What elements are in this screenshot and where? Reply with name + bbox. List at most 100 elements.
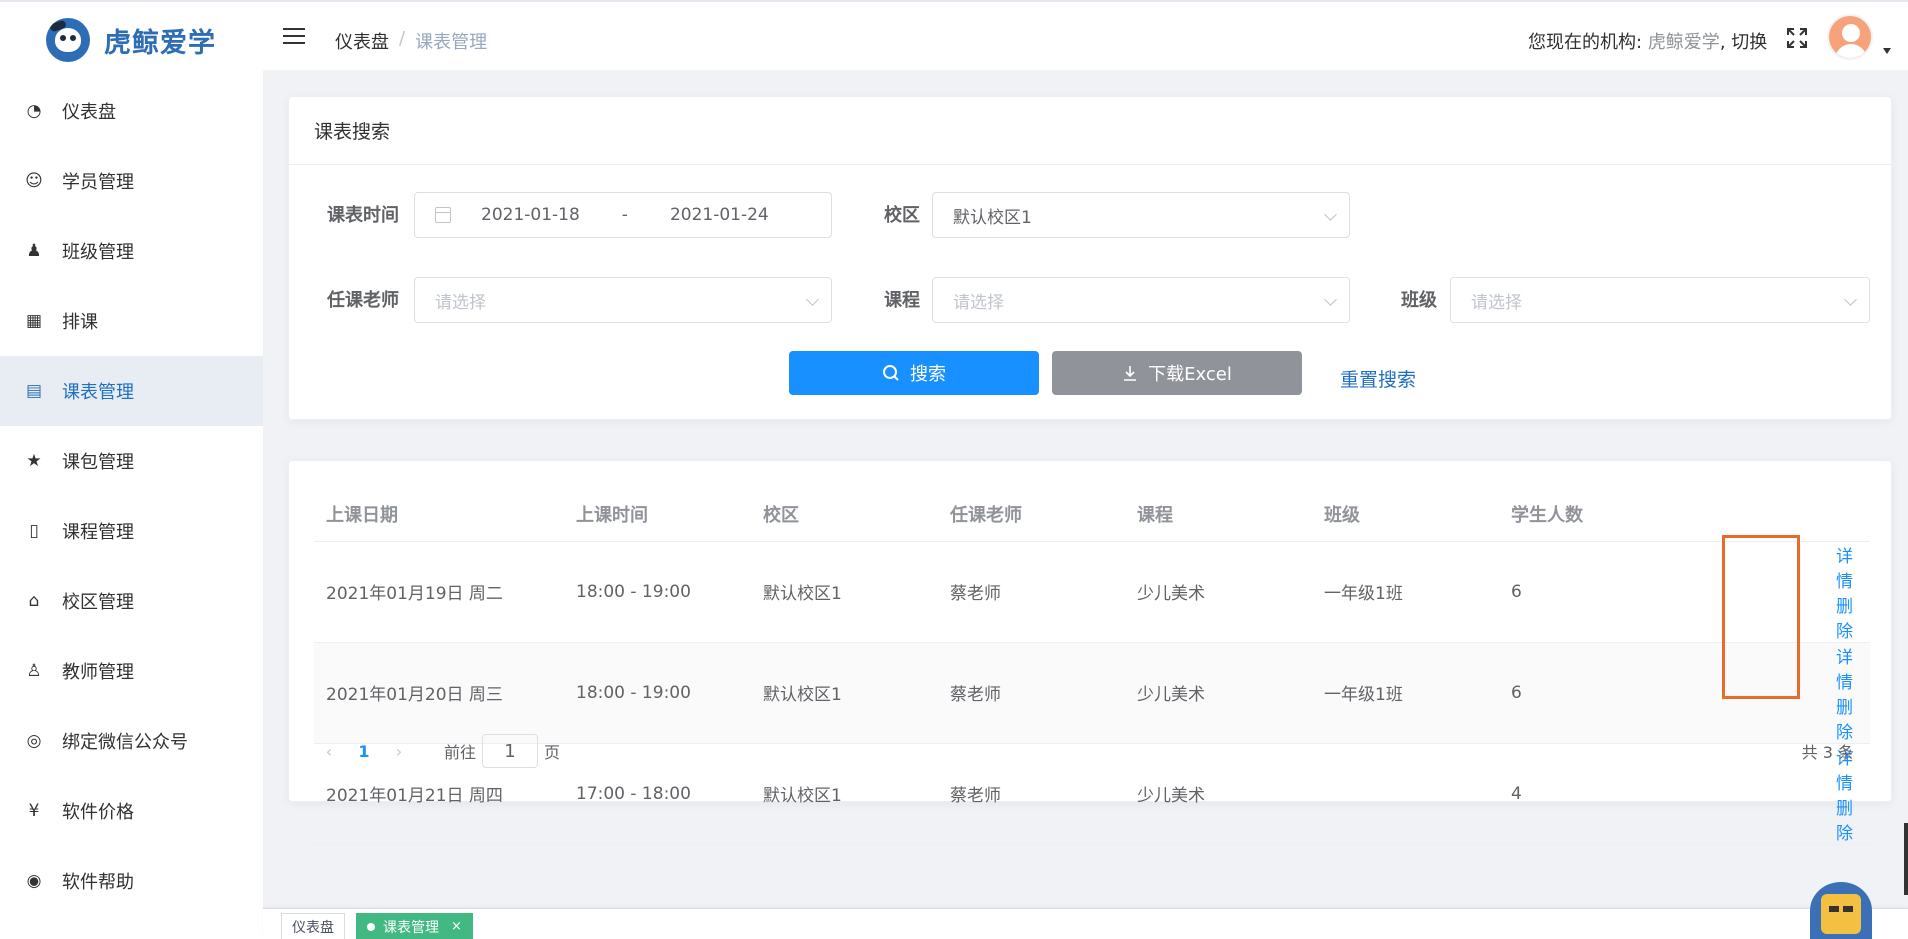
assistant-robot-icon[interactable]	[1810, 882, 1872, 939]
sidebar-item-0[interactable]: ◔ 仪表盘	[0, 76, 263, 146]
date-separator: -	[621, 205, 628, 225]
delete-link[interactable]: 删除	[1836, 597, 1853, 642]
sidebar-item-label: 课表管理	[62, 382, 134, 403]
download-excel-button[interactable]: 下载Excel	[1052, 351, 1302, 395]
date-end[interactable]: 2021-01-24	[670, 205, 769, 225]
goto-page-input[interactable]: 1	[482, 734, 539, 768]
cell-students: 6	[1499, 541, 1686, 643]
pagination: ‹ 1 › 前往 1 页 共 3 条	[314, 731, 1870, 771]
breadcrumb-current: 课表管理	[415, 32, 488, 53]
timetable-card: 上课日期 上课时间 校区 任课老师 课程 班级 学生人数 2021年01月19日…	[288, 460, 1892, 845]
date-label: 课表时间	[327, 205, 399, 226]
sidebar-item-1[interactable]: ☺ 学员管理	[0, 146, 263, 216]
close-icon[interactable]: ×	[451, 919, 462, 934]
org-value: 虎鲸爱学	[1647, 32, 1720, 53]
sidebar-item-label: 课程管理	[62, 522, 134, 543]
course-select[interactable]: 请选择	[932, 277, 1350, 323]
caret-down-icon[interactable]	[1883, 48, 1891, 54]
col-header-teacher: 任课老师	[938, 487, 1125, 542]
cell-class: 一年级1班	[1312, 541, 1499, 643]
cell-date: 2021年01月20日 周三	[314, 642, 564, 744]
campus-select[interactable]: 默认校区1	[932, 192, 1350, 238]
hamburger-menu-icon[interactable]	[283, 28, 305, 46]
app-name: 虎鲸爱学	[104, 27, 216, 59]
search-button[interactable]: 搜索	[789, 351, 1039, 395]
org-switch-link[interactable]: , 切换	[1720, 32, 1767, 53]
table-row: 2021年01月19日 周二 18:00 - 19:00 默认校区1 蔡老师 少儿美术一…	[314, 541, 1870, 643]
scrollbar[interactable]	[1904, 823, 1908, 895]
class-label: 班级	[1401, 290, 1437, 311]
fullscreen-icon[interactable]	[1785, 26, 1809, 50]
cell-course: 少儿美术	[1125, 642, 1312, 744]
sidebar-item-2[interactable]: ♟ 班级管理	[0, 216, 263, 286]
search-card: 课表搜索 课表时间 2021-01-18 - 2021-01-24 校区 默认校…	[288, 96, 1892, 420]
sidebar-item-3[interactable]: ▦ 排课	[0, 286, 263, 356]
sidebar: 虎鲸爱学 ◔ 仪表盘 ☺ 学员管理 ♟ 班级管理 ▦ 排课 ▤ 课表管理 ★ 课包管理 ▯ 课程管理 ⌂ 校区…	[0, 6, 263, 939]
date-start[interactable]: 2021-01-18	[481, 205, 580, 225]
teacher-select[interactable]: 请选择	[414, 277, 832, 323]
sidebar-item-8[interactable]: ♙ 教师管理	[0, 636, 263, 706]
date-range-picker[interactable]: 2021-01-18 - 2021-01-24	[414, 192, 832, 238]
tag-timetable[interactable]: 课表管理 ×	[356, 913, 473, 939]
sidebar-item-label: 排课	[62, 312, 98, 333]
col-header-class: 班级	[1312, 487, 1499, 542]
user-avatar[interactable]	[1827, 14, 1873, 60]
sidebar-item-11[interactable]: ◉ 软件帮助	[0, 846, 263, 916]
sidebar-menu: ◔ 仪表盘 ☺ 学员管理 ♟ 班级管理 ▦ 排课 ▤ 课表管理 ★ 课包管理 ▯ 课程管理 ⌂ 校区管理 ♙ 教师…	[0, 76, 263, 916]
yen-icon: ¥	[28, 801, 40, 821]
breadcrumb-dashboard[interactable]: 仪表盘	[335, 28, 389, 54]
prev-page-icon[interactable]: ‹	[314, 742, 344, 761]
table-header-row: 上课日期 上课时间 校区 任课老师 课程 班级 学生人数	[314, 487, 1870, 542]
sidebar-item-9[interactable]: ◎ 绑定微信公众号	[0, 706, 263, 776]
sidebar-item-10[interactable]: ¥ 软件价格	[0, 776, 263, 846]
chevron-down-icon	[1324, 293, 1337, 306]
campus-value: 默认校区1	[953, 207, 1032, 228]
sidebar-item-7[interactable]: ⌂ 校区管理	[0, 566, 263, 636]
timetable-table: 上课日期 上课时间 校区 任课老师 课程 班级 学生人数 2021年01月19日…	[314, 487, 1870, 845]
cell-time: 18:00 - 19:00	[564, 642, 751, 744]
search-card-title: 课表搜索	[289, 97, 1891, 165]
globe-icon: ◉	[26, 871, 42, 891]
star-icon: ★	[26, 451, 42, 471]
sidebar-item-label: 学员管理	[62, 172, 134, 193]
col-header-date: 上课日期	[314, 487, 564, 542]
class-select[interactable]: 请选择	[1450, 277, 1870, 323]
page-number[interactable]: 1	[344, 742, 384, 761]
sidebar-item-label: 校区管理	[62, 592, 134, 613]
sidebar-item-label: 仪表盘	[62, 102, 116, 123]
col-header-campus: 校区	[751, 487, 938, 542]
sidebar-item-6[interactable]: ▯ 课程管理	[0, 496, 263, 566]
sidebar-item-label: 班级管理	[62, 242, 134, 263]
sidebar-item-label: 课包管理	[62, 452, 134, 473]
cell-course: 少儿美术	[1125, 541, 1312, 643]
app-logo[interactable]: 虎鲸爱学	[46, 18, 216, 62]
sidebar-item-4[interactable]: ▤ 课表管理	[0, 356, 263, 426]
total-count: 共 3 条	[1801, 743, 1854, 762]
cell-campus: 默认校区1	[751, 541, 938, 643]
cell-teacher: 蔡老师	[938, 541, 1125, 643]
cell-class: 一年级1班	[1312, 642, 1499, 744]
detail-link[interactable]: 详情	[1836, 547, 1853, 592]
delete-link[interactable]: 删除	[1836, 799, 1853, 844]
org-label: 您现在的机构:	[1528, 32, 1643, 53]
tag-dashboard[interactable]: 仪表盘	[281, 913, 345, 939]
detail-link[interactable]: 详情	[1836, 648, 1853, 693]
chevron-down-icon	[806, 293, 819, 306]
top-header: 仪表盘 / 课表管理 您现在的机构: 虎鲸爱学, 切换	[263, 6, 1908, 70]
reset-search-link[interactable]: 重置搜索	[1340, 365, 1416, 392]
tag-dashboard-label: 仪表盘	[292, 919, 334, 936]
class-icon: ♟	[26, 241, 42, 261]
cell-teacher: 蔡老师	[938, 642, 1125, 744]
sidebar-item-label: 绑定微信公众号	[62, 732, 188, 753]
teacher-placeholder: 请选择	[435, 292, 486, 313]
calendar-icon	[435, 207, 451, 223]
next-page-icon[interactable]: ›	[384, 742, 414, 761]
breadcrumb-separator: /	[399, 28, 406, 49]
download-icon	[1124, 366, 1137, 381]
tags-view-bar: 仪表盘 课表管理 ×	[263, 908, 1908, 939]
chevron-down-icon	[1324, 208, 1337, 221]
col-header-course: 课程	[1125, 487, 1312, 542]
sidebar-item-5[interactable]: ★ 课包管理	[0, 426, 263, 496]
highlight-box	[1722, 535, 1800, 699]
search-icon	[883, 365, 899, 381]
